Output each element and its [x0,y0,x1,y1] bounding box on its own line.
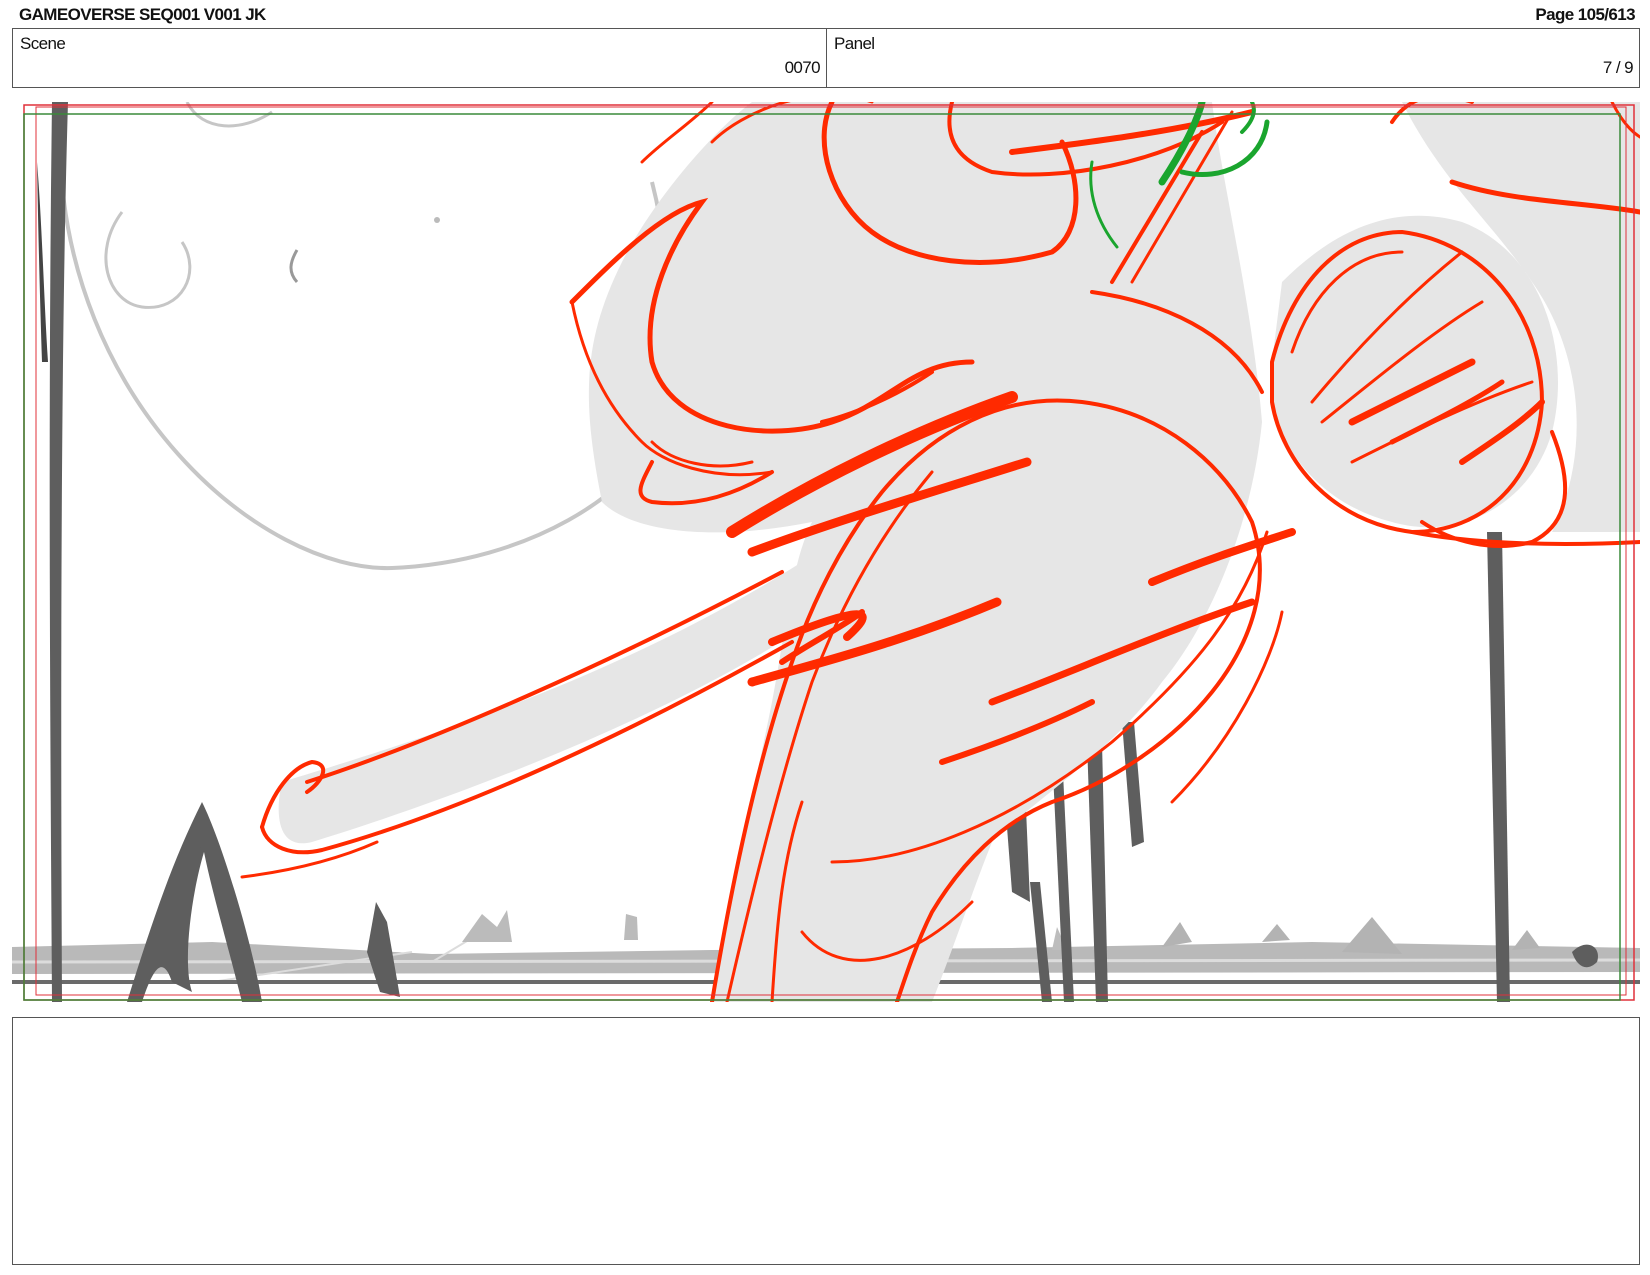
storyboard-sketch [12,102,1640,1002]
storyboard-panel [12,102,1640,1002]
panel-label: Panel [834,34,875,53]
scene-cell: Scene 0070 [13,29,827,87]
info-table: Scene 0070 Panel 7 / 9 [12,28,1640,88]
page-number: Page 105/613 [1535,5,1635,24]
panel-number: 7 / 9 [1602,58,1634,77]
panel-notes-box [12,1017,1640,1265]
scene-label: Scene [20,34,66,53]
panel-cell: Panel 7 / 9 [827,29,1639,87]
document-title: GAMEOVERSE SEQ001 V001 JK [19,5,266,24]
scene-number: 0070 [784,58,821,77]
